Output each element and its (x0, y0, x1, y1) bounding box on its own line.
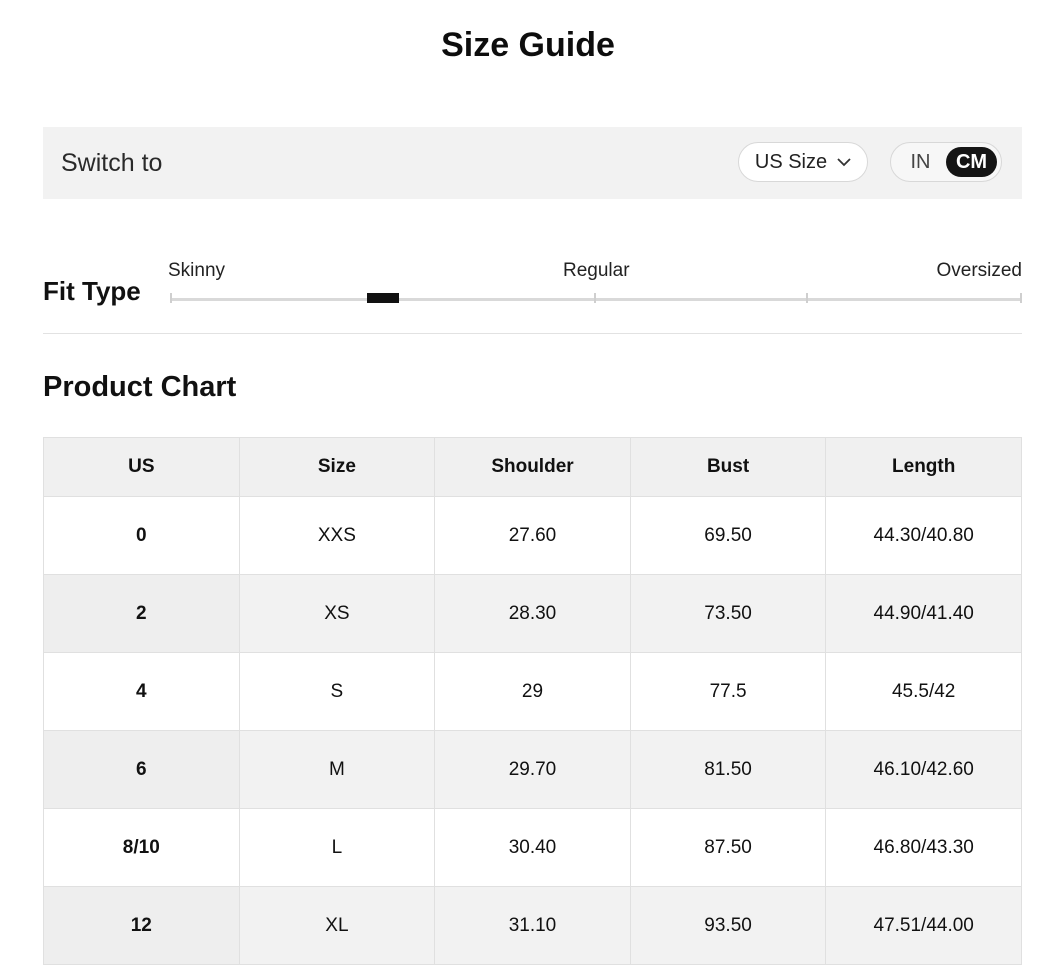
cell-shoulder: 27.60 (434, 496, 631, 575)
cell-size: S (238, 652, 436, 731)
cell-length: 46.10/42.60 (825, 730, 1022, 809)
slider-tick (806, 293, 808, 303)
switch-label: Switch to (61, 149, 163, 177)
cell-bust: 81.50 (629, 730, 827, 809)
cell-us: 6 (43, 730, 240, 809)
column-header-length: Length (825, 437, 1022, 497)
cell-size: XXS (238, 496, 436, 575)
product-chart-title: Product Chart (43, 371, 237, 403)
fit-label-skinny: Skinny (168, 260, 226, 281)
cell-bust: 87.50 (629, 808, 827, 887)
fit-label-oversized: Oversized (936, 260, 1022, 281)
cell-shoulder: 30.40 (434, 808, 631, 887)
table-row: 0 XXS 27.60 69.50 44.30/40.80 (43, 496, 1022, 575)
size-system-value: US Size (754, 150, 828, 173)
slider-tick (170, 293, 172, 303)
switch-bar: Switch to US Size IN CM (43, 127, 1022, 199)
unit-option-in[interactable]: IN (895, 147, 946, 177)
cell-bust: 69.50 (629, 496, 827, 575)
slider-tick (1020, 293, 1022, 303)
slider-tick (594, 293, 596, 303)
cell-shoulder: 28.30 (434, 574, 631, 653)
cell-size: L (238, 808, 436, 887)
cell-us: 0 (43, 496, 240, 575)
cell-size: XL (238, 886, 436, 965)
size-chart-table: US Size Shoulder Bust Length 0 XXS 27.60… (43, 437, 1022, 965)
unit-toggle: IN CM (890, 142, 1002, 182)
fit-type-title: Fit Type (43, 276, 141, 306)
column-header-size: Size (238, 437, 436, 497)
cell-length: 47.51/44.00 (825, 886, 1022, 965)
table-row: 6 M 29.70 81.50 46.10/42.60 (43, 730, 1022, 809)
page-title: Size Guide (441, 26, 615, 64)
cell-us: 4 (43, 652, 240, 731)
cell-bust: 77.5 (629, 652, 827, 731)
cell-length: 44.90/41.40 (825, 574, 1022, 653)
table-row: 4 S 29 77.5 45.5/42 (43, 652, 1022, 731)
column-header-bust: Bust (629, 437, 827, 497)
cell-shoulder: 29.70 (434, 730, 631, 809)
chevron-down-icon (837, 158, 851, 167)
cell-length: 46.80/43.30 (825, 808, 1022, 887)
column-header-us: US (43, 437, 240, 497)
fit-type-slider[interactable] (170, 290, 1022, 308)
cell-us: 12 (43, 886, 240, 965)
size-system-dropdown[interactable]: US Size (738, 142, 868, 182)
table-header-row: US Size Shoulder Bust Length (43, 437, 1022, 497)
cell-us: 2 (43, 574, 240, 653)
slider-track (170, 298, 1022, 301)
cell-bust: 93.50 (629, 886, 827, 965)
cell-size: M (238, 730, 436, 809)
table-row: 8/10 L 30.40 87.50 46.80/43.30 (43, 808, 1022, 887)
slider-thumb[interactable] (367, 293, 399, 303)
column-header-shoulder: Shoulder (434, 437, 631, 497)
unit-option-cm[interactable]: CM (946, 147, 997, 177)
cell-shoulder: 31.10 (434, 886, 631, 965)
cell-size: XS (238, 574, 436, 653)
cell-bust: 73.50 (629, 574, 827, 653)
table-row: 12 XL 31.10 93.50 47.51/44.00 (43, 886, 1022, 965)
table-row: 2 XS 28.30 73.50 44.90/41.40 (43, 574, 1022, 653)
cell-length: 44.30/40.80 (825, 496, 1022, 575)
divider (43, 333, 1022, 334)
cell-length: 45.5/42 (825, 652, 1022, 731)
fit-label-regular: Regular (563, 260, 630, 281)
cell-us: 8/10 (43, 808, 240, 887)
cell-shoulder: 29 (434, 652, 631, 731)
